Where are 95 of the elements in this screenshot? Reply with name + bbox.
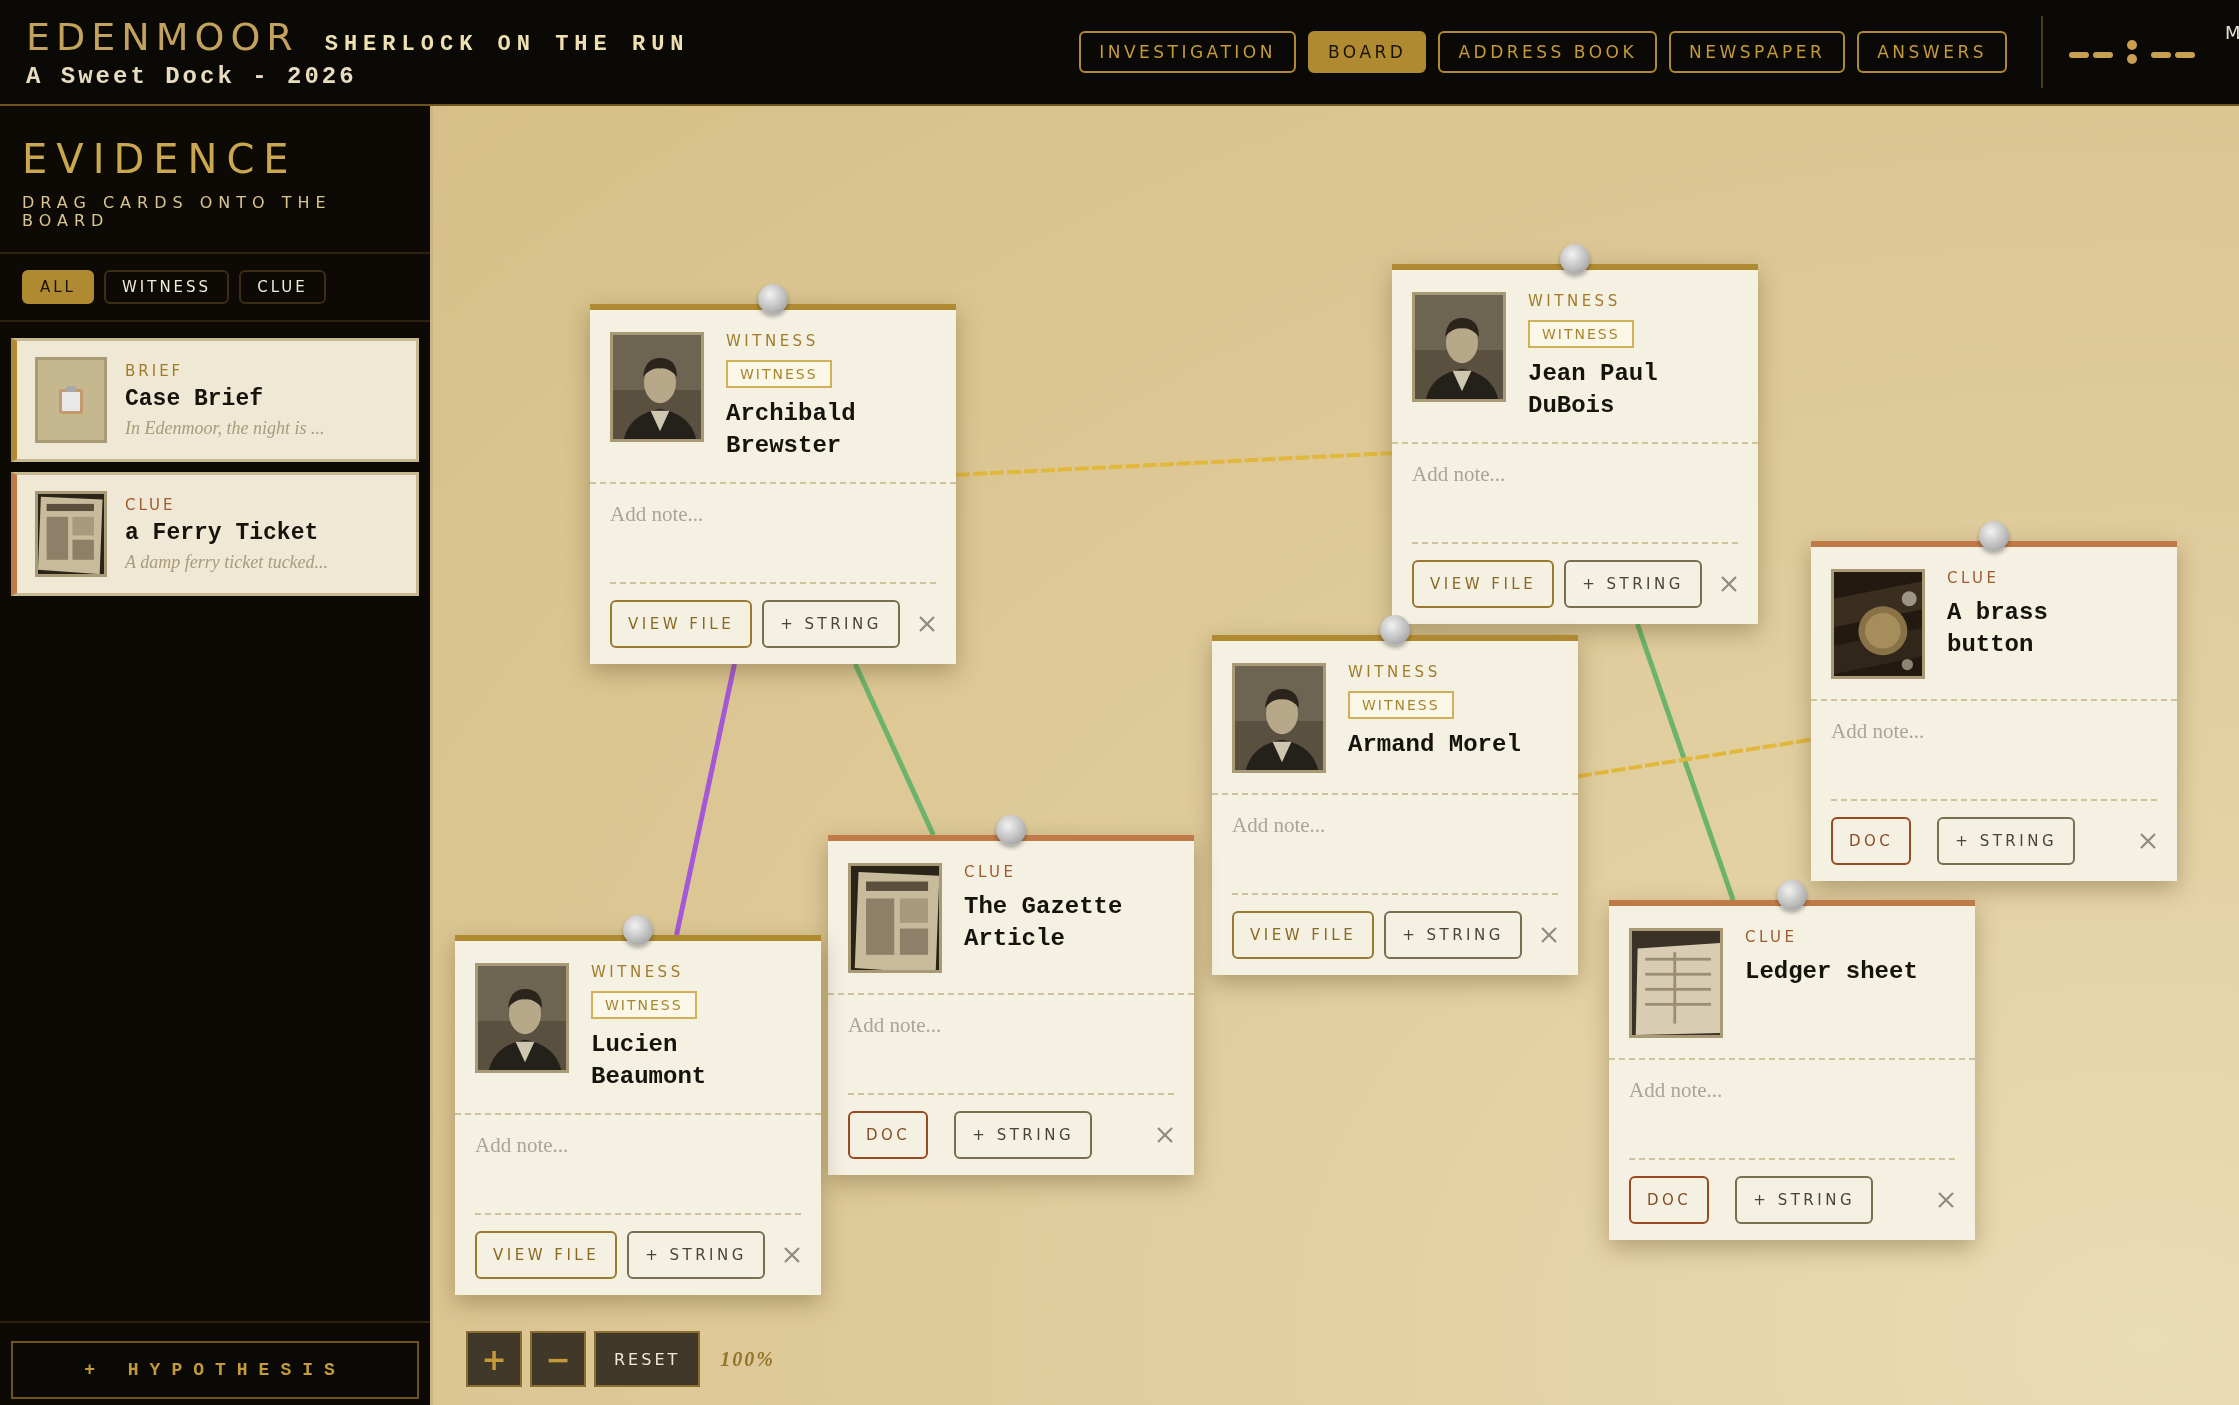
evidence-card[interactable]: WITNESS WITNESS Jean Paul DuBois Add note... VIEW FILE + STRING	[1392, 264, 1758, 624]
evidence-title: a Ferry Ticket	[125, 519, 320, 546]
sidebar-hint: DRAG CARDS ONTO THE BOARD	[22, 194, 333, 230]
card-title: Jean Paul DuBois	[1528, 359, 1659, 421]
pin-icon	[758, 284, 788, 314]
remove-button[interactable]	[2139, 832, 2157, 850]
evidence-card[interactable]: CLUE A brass button Add note... DOC + STRING	[1811, 541, 2177, 881]
category-label: WITNESS	[726, 332, 819, 350]
note-field[interactable]: Add note...	[475, 1115, 801, 1215]
file-button[interactable]: VIEW FILE	[475, 1231, 618, 1279]
evidence-card[interactable]: CLUE a Ferry Ticket A damp ferry ticket tucked...	[11, 472, 419, 596]
case-subtitle: A Sweet Dock - 2026	[26, 62, 358, 90]
category-label: BRIEF	[125, 361, 185, 380]
nav-tab[interactable]: ADDRESS BOOK	[1438, 31, 1658, 73]
logo-text: EDENMOOR	[26, 14, 299, 59]
card-title: Ledger sheet	[1745, 957, 1918, 987]
file-button[interactable]: VIEW FILE	[610, 600, 753, 648]
evidence-excerpt: In Edenmoor, the night is ...	[125, 417, 325, 439]
category-label: WITNESS	[1528, 292, 1621, 310]
note-field[interactable]: Add note...	[1629, 1060, 1955, 1160]
remove-button[interactable]	[1156, 1126, 1174, 1144]
string-button[interactable]: + STRING	[762, 600, 900, 648]
evidence-card[interactable]: WITNESS WITNESS Armand Morel Add note... VIEW FILE + STRING	[1212, 635, 1578, 975]
category-label: WITNESS	[1348, 663, 1441, 681]
filter-tab[interactable]: WITNESS	[104, 270, 230, 304]
card-title: Armand Morel	[1348, 730, 1521, 760]
game-title: SHERLOCK ON THE RUN	[324, 31, 690, 57]
clipboard-icon	[58, 385, 84, 415]
close-icon	[1156, 1126, 1174, 1144]
pin-icon	[623, 915, 653, 945]
string-button[interactable]: + STRING	[1735, 1176, 1874, 1224]
category-label: CLUE	[1947, 569, 2000, 587]
card-title: A brass button	[1947, 598, 2049, 660]
close-icon	[918, 615, 936, 633]
note-field[interactable]: Add note...	[610, 484, 936, 584]
card-title: Lucien Beaumont	[591, 1030, 708, 1092]
file-button[interactable]: VIEW FILE	[1412, 560, 1555, 608]
note-field[interactable]: Add note...	[848, 995, 1174, 1095]
close-icon	[1540, 926, 1558, 944]
pin-icon	[1560, 244, 1590, 274]
role-tag: WITNESS	[591, 991, 697, 1019]
file-button[interactable]: DOC	[1831, 817, 1912, 865]
role-tag: WITNESS	[726, 360, 832, 388]
menu-label[interactable]: M	[2225, 22, 2239, 43]
evidence-excerpt: A damp ferry ticket tucked...	[125, 551, 329, 573]
evidence-card[interactable]: WITNESS WITNESS Lucien Beaumont Add note... VIEW FILE + STRING	[455, 935, 821, 1295]
remove-button[interactable]	[783, 1246, 801, 1264]
card-title: The Gazette Article	[964, 892, 1124, 954]
string-button[interactable]: + STRING	[1384, 911, 1522, 959]
zoom-out-button[interactable]: −	[530, 1331, 586, 1387]
pin-icon	[996, 815, 1026, 845]
evidence-card[interactable]: CLUE The Gazette Article Add note... DOC + STRING	[828, 835, 1194, 1175]
category-label: WITNESS	[591, 963, 684, 981]
evidence-card[interactable]: BRIEF Case Brief In Edenmoor, the night is ...	[11, 338, 419, 462]
file-button[interactable]: DOC	[1629, 1176, 1710, 1224]
nav-tab[interactable]: BOARD	[1307, 31, 1427, 73]
note-field[interactable]: Add note...	[1831, 701, 2157, 801]
close-icon	[2139, 832, 2157, 850]
reset-button[interactable]: RESET	[594, 1331, 701, 1387]
remove-button[interactable]	[1937, 1191, 1955, 1209]
nav-tab[interactable]: NEWSPAPER	[1669, 31, 1846, 73]
sidebar-title: EVIDENCE	[22, 136, 299, 182]
pin-icon	[1979, 521, 2009, 551]
string-button[interactable]: + STRING	[627, 1231, 765, 1279]
close-icon	[1937, 1191, 1955, 1209]
file-button[interactable]: VIEW FILE	[1232, 911, 1375, 959]
hypothesis-button[interactable]: + HYPOTHESIS	[11, 1341, 419, 1399]
evidence-card[interactable]: WITNESS WITNESS Archibald Brewster Add note... VIEW FILE + STRING	[590, 304, 956, 664]
evidence-title: Case Brief	[125, 385, 265, 412]
card-title: Archibald Brewster	[726, 399, 857, 461]
filter-tab[interactable]: CLUE	[239, 270, 326, 304]
role-tag: WITNESS	[1528, 320, 1634, 348]
category-label: CLUE	[1745, 928, 1798, 946]
role-tag: WITNESS	[1348, 691, 1454, 719]
category-label: CLUE	[964, 863, 1017, 881]
note-field[interactable]: Add note...	[1232, 795, 1558, 895]
remove-button[interactable]	[1720, 575, 1738, 593]
zoom-in-button[interactable]: +	[466, 1331, 522, 1387]
evidence-card[interactable]: CLUE Ledger sheet Add note... DOC + STRING	[1609, 900, 1975, 1240]
string-button[interactable]: + STRING	[1937, 817, 2076, 865]
dash-dot-icon	[2069, 39, 2195, 65]
file-button[interactable]: DOC	[848, 1111, 929, 1159]
pin-icon	[1777, 880, 1807, 910]
note-field[interactable]: Add note...	[1412, 444, 1738, 544]
close-icon	[1720, 575, 1738, 593]
close-icon	[783, 1246, 801, 1264]
remove-button[interactable]	[1540, 926, 1558, 944]
remove-button[interactable]	[918, 615, 936, 633]
zoom-level: 100%	[720, 1347, 775, 1371]
nav-tab[interactable]: INVESTIGATION	[1079, 31, 1296, 73]
filter-tab[interactable]: ALL	[22, 270, 94, 304]
string-button[interactable]: + STRING	[1564, 560, 1702, 608]
nav-tab[interactable]: ANSWERS	[1857, 31, 2007, 73]
string-button[interactable]: + STRING	[954, 1111, 1093, 1159]
category-label: CLUE	[125, 495, 177, 514]
